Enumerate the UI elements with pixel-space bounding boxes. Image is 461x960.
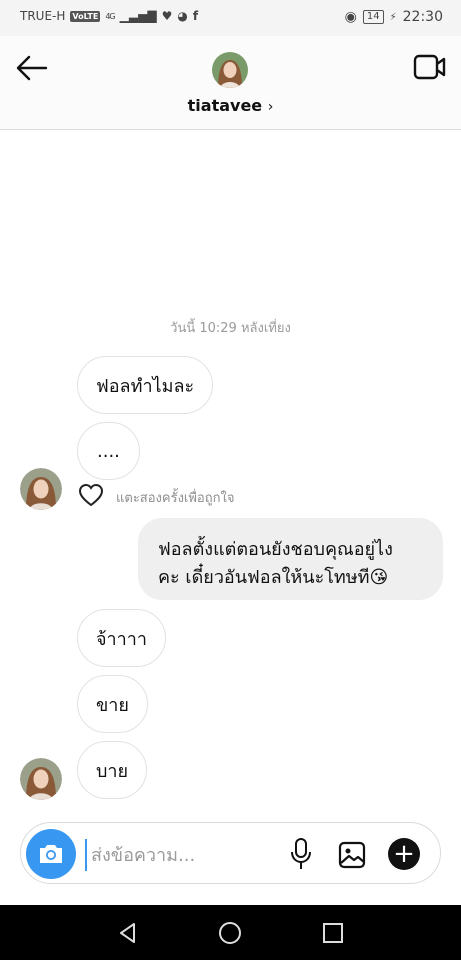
message-composer: + (20, 822, 441, 884)
sender-avatar[interactable] (20, 758, 62, 800)
status-bar: TRUE-H VoLTE 4G ▁▃▅▇ ♥ ◕ f ◉ 14 ⚡ 22:30 (0, 0, 461, 36)
health-icon: ♥ (161, 9, 173, 23)
back-button[interactable] (12, 50, 50, 86)
nav-recent-icon[interactable] (322, 922, 344, 944)
carrier-label: TRUE-H (20, 9, 66, 23)
back-arrow-icon (16, 55, 48, 81)
battery-level: 14 (362, 10, 384, 24)
gallery-icon[interactable] (338, 841, 366, 869)
kiss-emoji: 😘 (369, 567, 389, 588)
double-tap-like-hint: แตะสองครั้งเพื่อถูกใจ (116, 491, 235, 506)
video-call-button[interactable] (413, 52, 447, 82)
charging-icon: ⚡ (389, 11, 397, 23)
chat-header: tiatavee › (0, 36, 461, 130)
status-time: 22:30 (402, 9, 443, 25)
eye-icon: ◉ (344, 9, 357, 25)
signal-icon: ▁▃▅▇ (119, 9, 157, 23)
incoming-message[interactable]: บาย (77, 741, 148, 799)
heart-icon[interactable] (78, 483, 104, 507)
camera-button[interactable] (26, 829, 76, 879)
incoming-message[interactable]: .... (77, 422, 140, 480)
incoming-message[interactable]: ขาย (77, 675, 148, 733)
outgoing-line-1: ฟอลตั้งแต่ตอนยังชอบคุณอยู่ไง (158, 539, 393, 560)
incoming-message[interactable]: จ้าาาา (77, 609, 166, 667)
outgoing-line-2: คะ เดี๋ยวอันฟอลให้นะโทษที (158, 567, 370, 588)
chat-username[interactable]: tiatavee › (0, 96, 461, 115)
mic-icon[interactable] (289, 837, 313, 871)
sender-avatar[interactable] (20, 468, 62, 510)
volte-badge: VoLTE (70, 10, 101, 22)
messenger-icon: ◕ (177, 9, 188, 23)
username-label: tiatavee (187, 96, 263, 115)
nav-home-icon[interactable] (218, 921, 242, 945)
camera-icon (40, 845, 62, 863)
header-avatar[interactable] (212, 52, 248, 88)
chevron-right-icon: › (267, 99, 274, 115)
facebook-icon: f (192, 9, 199, 23)
message-input[interactable] (85, 839, 283, 871)
plus-icon[interactable]: + (388, 838, 420, 870)
network-label: 4G (105, 11, 115, 21)
nav-back-icon[interactable] (116, 921, 140, 945)
outgoing-message[interactable]: ฟอลตั้งแต่ตอนยังชอบคุณอยู่ไง คะ เดี๋ยวอั… (138, 518, 443, 600)
system-nav-bar (0, 905, 461, 960)
incoming-message[interactable]: ฟอลทำไมละ (77, 356, 214, 414)
video-call-icon (413, 54, 446, 80)
chat-timestamp: วันนี้ 10:29 หลังเที่ยง (170, 321, 291, 336)
